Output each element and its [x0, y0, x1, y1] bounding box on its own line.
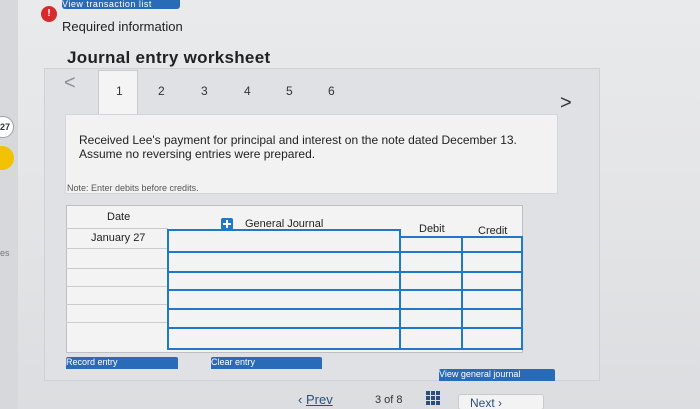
table-right-edge — [521, 236, 523, 350]
row-1-date: January 27 — [91, 232, 146, 244]
debit-column-header: Debit — [419, 223, 445, 235]
next-button[interactable]: Next › — [458, 394, 544, 409]
page-position: 3 of 8 — [375, 394, 403, 406]
next-tab-arrow-icon[interactable]: > — [560, 92, 572, 115]
entry-row-1[interactable] — [168, 251, 523, 253]
date-row-divider — [66, 322, 168, 323]
prev-label: Prev — [305, 392, 333, 407]
instruction-note: Note: Enter debits before credits. — [67, 183, 199, 193]
required-information-label[interactable]: Required information — [62, 19, 183, 34]
entry-row-4[interactable] — [168, 308, 523, 310]
entry-row-6[interactable] — [168, 348, 523, 350]
entry-row-5[interactable] — [168, 327, 523, 329]
account-cell-row-1[interactable] — [168, 229, 400, 231]
debit-column-edge — [399, 229, 401, 350]
view-general-journal-button[interactable]: View general journal — [439, 369, 555, 381]
tab-5[interactable]: 5 — [286, 84, 293, 98]
tab-3[interactable]: 3 — [201, 84, 208, 98]
next-label: Next — [470, 396, 495, 409]
tab-6[interactable]: 6 — [328, 84, 335, 98]
date-row-divider — [66, 248, 168, 249]
page-title: Journal entry worksheet — [67, 48, 271, 67]
tab-4[interactable]: 4 — [244, 84, 251, 98]
account-column-edge — [167, 229, 169, 350]
date-row-divider — [66, 228, 168, 229]
chevron-left-icon: ‹ — [298, 392, 303, 407]
tab-2[interactable]: 2 — [158, 84, 165, 98]
left-panel — [0, 0, 18, 409]
transaction-description: Received Lee's payment for principal and… — [79, 133, 517, 161]
left-panel-text: es — [0, 248, 10, 258]
record-entry-button[interactable]: Record entry — [66, 357, 178, 369]
prev-button[interactable]: ‹ Prev — [298, 392, 333, 407]
view-transaction-list-button[interactable]: View transaction list — [62, 0, 180, 9]
chevron-right-icon: › — [498, 396, 503, 409]
tab-1[interactable]: 1 — [116, 84, 123, 98]
date-row-divider — [66, 304, 168, 305]
entry-row-3[interactable] — [168, 289, 523, 291]
grid-icon[interactable] — [426, 391, 440, 405]
prev-tab-arrow-icon[interactable]: < — [64, 72, 76, 95]
clear-entry-button[interactable]: Clear entry — [211, 357, 322, 369]
entry-row-2[interactable] — [168, 271, 523, 273]
date-row-divider — [66, 268, 168, 269]
alert-icon: ! — [41, 6, 57, 22]
credit-column-edge — [461, 236, 463, 350]
date-row-divider — [66, 286, 168, 287]
date-column-header: Date — [107, 211, 131, 223]
